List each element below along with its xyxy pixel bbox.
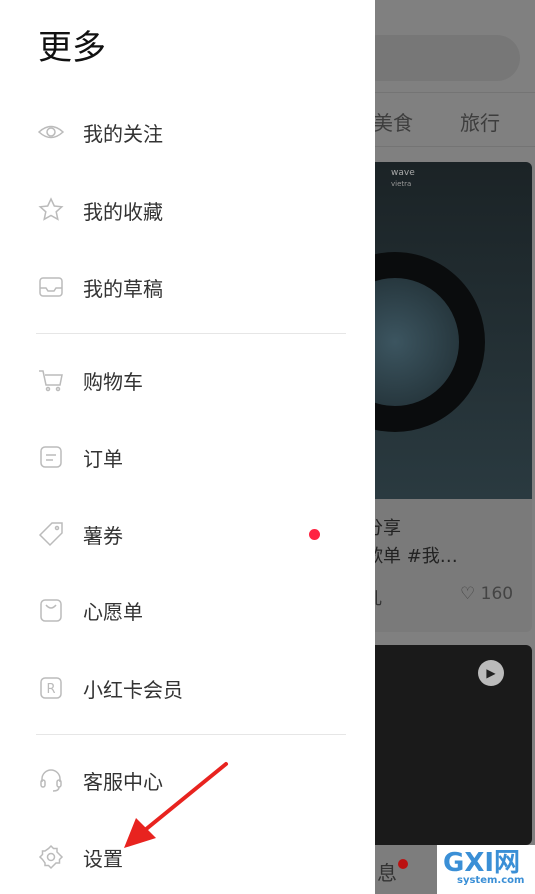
menu-label: 购物车 — [83, 369, 143, 394]
card-title-2: 歌单 #我… — [375, 546, 458, 567]
menu-item-orders[interactable]: 订单 — [0, 427, 375, 487]
card-author: 儿 — [375, 584, 382, 609]
feed-card[interactable]: wave vietra 分享 歌单 #我… 儿 ♡ 160 — [375, 162, 532, 632]
menu-label: 薯券 — [83, 523, 123, 548]
menu-item-settings[interactable]: 设置 — [0, 827, 375, 887]
menu-label: 我的关注 — [83, 121, 163, 146]
nav-badge — [398, 859, 408, 869]
menu-item-drafts[interactable]: 我的草稿 — [0, 257, 375, 317]
card-brand: wave — [391, 168, 415, 178]
record-image — [375, 252, 485, 432]
menu-label: 我的收藏 — [83, 199, 163, 224]
play-icon: ▶ — [478, 660, 504, 686]
like-value: 160 — [480, 584, 514, 604]
order-icon — [40, 446, 62, 468]
menu-label: 心愿单 — [83, 599, 143, 624]
background-feed: 美食 旅行 wave vietra 分享 歌单 #我… 儿 ♡ 160 ▶ 息 … — [375, 0, 535, 894]
watermark-logo: GXI网 system.com — [437, 845, 535, 894]
card-image: wave vietra — [375, 162, 532, 499]
menu-item-cart[interactable]: 购物车 — [0, 350, 375, 410]
notification-badge — [309, 528, 320, 540]
search-bar[interactable] — [375, 35, 520, 81]
divider — [36, 734, 346, 735]
cart-icon — [39, 370, 63, 392]
headset-icon — [40, 769, 62, 792]
inbox-icon — [39, 277, 63, 297]
menu-item-favorites[interactable]: 我的收藏 — [0, 180, 375, 240]
star-icon — [38, 197, 64, 221]
nav-messages[interactable]: 息 — [377, 857, 397, 886]
tab-travel[interactable]: 旅行 — [460, 107, 500, 136]
divider — [36, 333, 346, 334]
menu-label: 客服中心 — [83, 769, 163, 794]
drawer-title: 更多 — [38, 28, 106, 68]
r-card-icon: R — [40, 677, 62, 699]
feed-card-video[interactable]: ▶ — [375, 645, 532, 845]
bag-icon — [40, 599, 62, 622]
coupon-tag-icon — [38, 522, 63, 547]
heart-icon: ♡ — [460, 584, 476, 604]
menu-item-coupons[interactable]: 薯券 — [0, 504, 375, 564]
menu-item-membership[interactable]: R 小红卡会员 — [0, 658, 375, 718]
menu-label: 我的草稿 — [83, 276, 163, 301]
side-drawer: 更多 我的关注 我的收藏 我的草稿 购物车 订单 薯券 心愿单 R 小红卡会员 … — [0, 0, 375, 894]
menu-label: 订单 — [83, 446, 123, 471]
svg-text:R: R — [46, 682, 55, 697]
menu-item-wishlist[interactable]: 心愿单 — [0, 580, 375, 640]
tab-food[interactable]: 美食 — [375, 107, 413, 136]
eye-icon — [38, 125, 64, 139]
card-sub: vietra — [391, 180, 412, 188]
like-count[interactable]: ♡ 160 — [460, 584, 513, 604]
card-title: 分享 — [375, 518, 401, 539]
gear-icon — [38, 844, 64, 870]
category-tabs: 美食 旅行 — [375, 92, 535, 147]
menu-item-customer-service[interactable]: 客服中心 — [0, 750, 375, 810]
menu-label: 小红卡会员 — [83, 677, 183, 702]
menu-item-following[interactable]: 我的关注 — [0, 102, 375, 162]
menu-label: 设置 — [83, 846, 123, 871]
